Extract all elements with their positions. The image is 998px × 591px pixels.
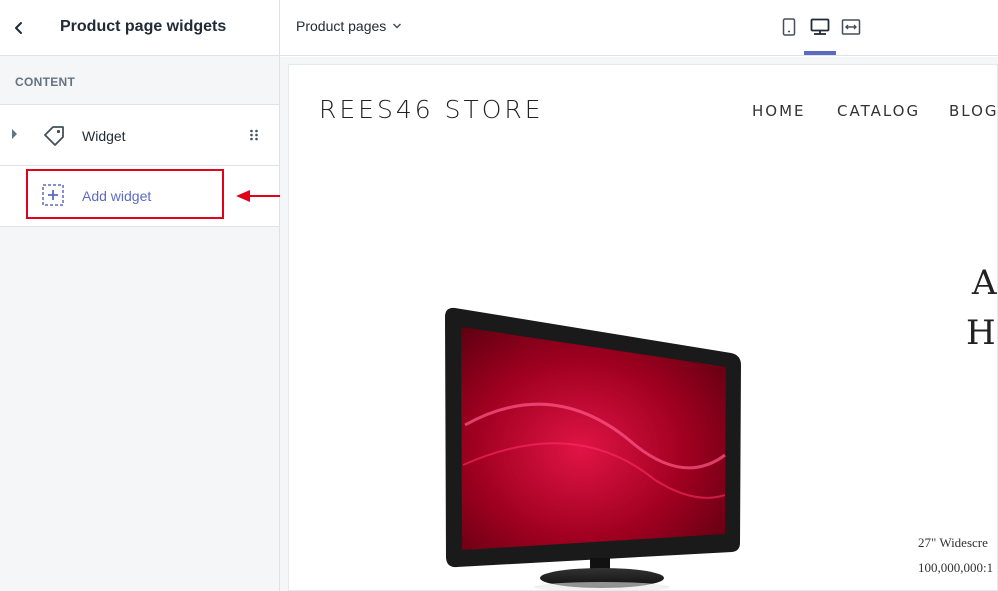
top-bar: Product pages	[280, 0, 998, 56]
tag-icon	[44, 126, 64, 146]
back-button[interactable]	[0, 9, 38, 47]
sidebar-header: Product page widgets	[0, 0, 279, 56]
fullscreen-view-button[interactable]	[840, 16, 862, 38]
chevron-left-icon	[15, 22, 22, 34]
add-widget-button[interactable]: Add widget	[82, 188, 151, 204]
nav-home[interactable]: HOME	[752, 102, 806, 120]
mobile-icon	[782, 18, 796, 36]
product-description-line2: 100,000,000:1	[918, 560, 994, 575]
active-device-indicator	[804, 51, 836, 55]
desktop-view-button[interactable]	[809, 16, 831, 38]
preview-area: REES46 STORE HOME CATALOG BLOG A H 27" W…	[280, 57, 998, 591]
product-image	[445, 307, 741, 590]
drag-handle-icon[interactable]	[249, 129, 259, 141]
page-type-select[interactable]: Product pages	[296, 18, 402, 34]
expand-caret-icon[interactable]	[12, 129, 17, 139]
widget-item[interactable]: Widget	[0, 105, 279, 166]
product-title-line2: HI	[966, 313, 997, 353]
section-label-content: CONTENT	[15, 75, 76, 89]
product-description-line1: 27" Widescre	[918, 535, 988, 550]
store-preview: REES46 STORE HOME CATALOG BLOG A H 27" W…	[288, 64, 998, 591]
sidebar: Product page widgets CONTENT Widget Add …	[0, 0, 280, 591]
sidebar-title: Product page widgets	[60, 18, 227, 35]
add-section-icon[interactable]	[42, 184, 64, 206]
desktop-icon	[810, 18, 830, 35]
chevron-down-icon	[393, 23, 402, 29]
nav-blog[interactable]: BLOG	[949, 102, 997, 120]
store-logo-text[interactable]: REES46 STORE	[319, 95, 544, 124]
page-type-value: Product pages	[296, 18, 387, 34]
mobile-view-button[interactable]	[778, 16, 800, 38]
widget-label: Widget	[82, 128, 126, 144]
nav-catalog[interactable]: CATALOG	[837, 102, 920, 120]
product-title-line1: A	[972, 263, 997, 303]
widget-list: Widget	[0, 104, 279, 227]
fullscreen-icon	[841, 19, 861, 35]
